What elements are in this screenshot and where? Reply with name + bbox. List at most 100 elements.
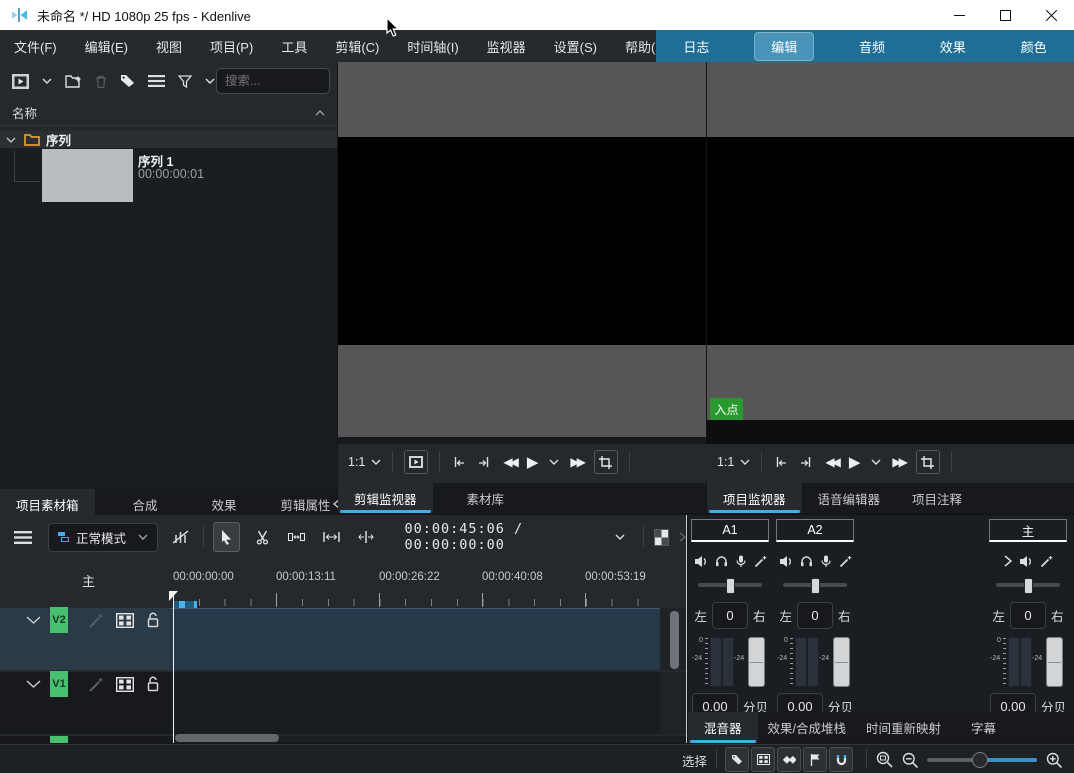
bin-search-input[interactable]	[216, 68, 330, 94]
add-clip-chevron-icon[interactable]	[42, 78, 52, 84]
tag-icon[interactable]	[120, 74, 135, 88]
timeline-menu-icon[interactable]	[14, 531, 32, 544]
rewind-button[interactable]: ◀◀	[825, 456, 837, 468]
bin-folder-row[interactable]: 序列	[0, 131, 337, 148]
go-to-out-point-icon[interactable]	[477, 456, 492, 468]
lock-icon[interactable]	[146, 612, 160, 628]
track-badge-v1[interactable]: V1	[50, 671, 68, 697]
tab-project-monitor[interactable]: 项目监视器	[707, 483, 802, 513]
play-button[interactable]: ▶	[527, 455, 539, 470]
volume-fader[interactable]	[1046, 637, 1063, 687]
snap-disabled-icon[interactable]	[172, 530, 189, 544]
timeline-ruler[interactable]: 00:00:00:00 00:00:13:11 00:00:26:22 00:0…	[170, 559, 660, 607]
zone-end-handle[interactable]	[194, 601, 197, 608]
pan-slider[interactable]	[988, 576, 1068, 594]
track-content-v2[interactable]	[170, 608, 660, 670]
track-content-v1[interactable]	[170, 672, 660, 734]
menu-monitor[interactable]: 监视器	[473, 30, 540, 62]
solo-headphones-icon[interactable]	[800, 555, 813, 567]
menu-timeline[interactable]: 时间轴(I)	[393, 30, 472, 62]
timeline-zoom-slider[interactable]	[927, 752, 1037, 768]
effects-wand-icon[interactable]	[754, 555, 767, 568]
effects-wand-icon[interactable]	[839, 555, 852, 568]
clip-in-timeline-button[interactable]	[404, 450, 428, 474]
zone-mode-button[interactable]	[594, 450, 618, 474]
effects-wand-icon[interactable]	[1040, 555, 1053, 568]
volume-fader[interactable]	[833, 637, 850, 687]
menu-project[interactable]: 项目(P)	[196, 30, 267, 62]
play-options-chevron-icon[interactable]	[871, 459, 881, 465]
tags-toggle-button[interactable]	[725, 747, 749, 772]
forward-button[interactable]: ▶▶	[892, 456, 904, 468]
menu-settings[interactable]: 设置(S)	[540, 30, 611, 62]
workspace-tab-audio[interactable]: 音频	[849, 34, 895, 59]
panel-splitter[interactable]	[686, 515, 687, 743]
maximize-button[interactable]	[982, 0, 1028, 30]
solo-headphones-icon[interactable]	[715, 555, 728, 567]
transparency-toggle-icon[interactable]	[654, 529, 669, 546]
tab-speech-editor[interactable]: 语音编辑器	[802, 483, 897, 513]
timeline-horizontal-scrollbar[interactable]	[175, 734, 279, 742]
timeline-zone-bar[interactable]	[173, 601, 197, 608]
clip-thumbnail[interactable]	[42, 149, 133, 202]
tab-clip-monitor[interactable]: 剪辑监视器	[338, 483, 433, 513]
filter-icon[interactable]	[178, 75, 192, 88]
bin-columns-header[interactable]: 名称	[0, 100, 337, 126]
keyframes-toggle-button[interactable]	[777, 747, 801, 772]
forward-button[interactable]: ▶▶	[570, 456, 582, 468]
workspace-tab-editing[interactable]: 编辑	[754, 32, 814, 61]
new-folder-icon[interactable]	[65, 74, 82, 88]
menu-clip[interactable]: 剪辑(C)	[321, 30, 393, 62]
zone-handle[interactable]	[179, 601, 185, 608]
markers-flag-toggle-button[interactable]	[803, 747, 827, 772]
clip-monitor-seekbar[interactable]	[338, 437, 706, 444]
balance-value[interactable]: 0	[712, 602, 748, 629]
video-track-icon[interactable]	[116, 613, 134, 628]
track-row-v1[interactable]: V1	[0, 672, 686, 734]
snap-magnet-toggle-button[interactable]	[829, 747, 853, 772]
mixer-strip-title[interactable]: A1	[691, 519, 769, 542]
timeline-vertical-scrollbar[interactable]	[670, 611, 679, 669]
tab-subtitles[interactable]: 字幕	[951, 712, 1016, 743]
thumbnails-toggle-button[interactable]	[751, 747, 775, 772]
go-to-in-point-icon[interactable]	[773, 456, 788, 468]
balance-value[interactable]: 0	[797, 602, 833, 629]
track-collapse-chevron-icon[interactable]	[26, 616, 41, 624]
folder-expander-chevron-icon[interactable]	[6, 137, 16, 143]
add-clip-icon[interactable]	[12, 74, 29, 89]
track-collapse-chevron-icon[interactable]	[26, 680, 41, 688]
slip-tool-button[interactable]	[354, 523, 379, 551]
track-row-partial[interactable]	[0, 736, 686, 743]
menu-view[interactable]: 视图	[142, 30, 196, 62]
timeline-mode-select[interactable]: 正常模式	[48, 523, 158, 552]
track-effects-wand-icon[interactable]	[88, 613, 104, 629]
filter-chevron-icon[interactable]	[205, 78, 215, 84]
tab-project-notes[interactable]: 项目注释	[896, 483, 978, 513]
zoom-out-icon[interactable]	[902, 752, 918, 768]
razor-tool-button[interactable]	[250, 523, 275, 551]
zoom-fit-icon[interactable]	[876, 751, 893, 768]
mute-icon[interactable]	[779, 555, 793, 568]
zoom-in-icon[interactable]	[1046, 752, 1062, 768]
record-mic-icon[interactable]	[820, 555, 832, 568]
tab-time-remap[interactable]: 时间重新映射	[856, 712, 951, 743]
track-row-v2[interactable]: V2	[0, 608, 686, 670]
track-effects-wand-icon[interactable]	[88, 677, 104, 693]
tab-library[interactable]: 素材库	[451, 483, 521, 513]
volume-fader[interactable]	[748, 637, 765, 687]
timecode-chevron-icon[interactable]	[615, 534, 625, 540]
collapse-chevron-icon[interactable]	[315, 110, 325, 116]
mute-icon[interactable]	[694, 555, 708, 568]
bin-clip-row[interactable]: 序列 1 00:00:00:01	[0, 148, 337, 203]
lock-icon[interactable]	[146, 676, 160, 692]
spacer-tool-button[interactable]	[285, 523, 310, 551]
tab-effect-stack[interactable]: 效果/合成堆栈	[758, 712, 856, 743]
zone-mode-button[interactable]	[916, 450, 940, 474]
go-to-out-point-icon[interactable]	[799, 456, 814, 468]
menu-edit[interactable]: 编辑(E)	[71, 30, 142, 62]
bin-menu-icon[interactable]	[148, 75, 165, 87]
clip-monitor-zoom-select[interactable]: 1:1	[348, 455, 381, 469]
workspace-tab-color[interactable]: 颜色	[1011, 34, 1057, 59]
track-header-v2[interactable]: V2	[0, 608, 170, 670]
play-options-chevron-icon[interactable]	[549, 459, 559, 465]
